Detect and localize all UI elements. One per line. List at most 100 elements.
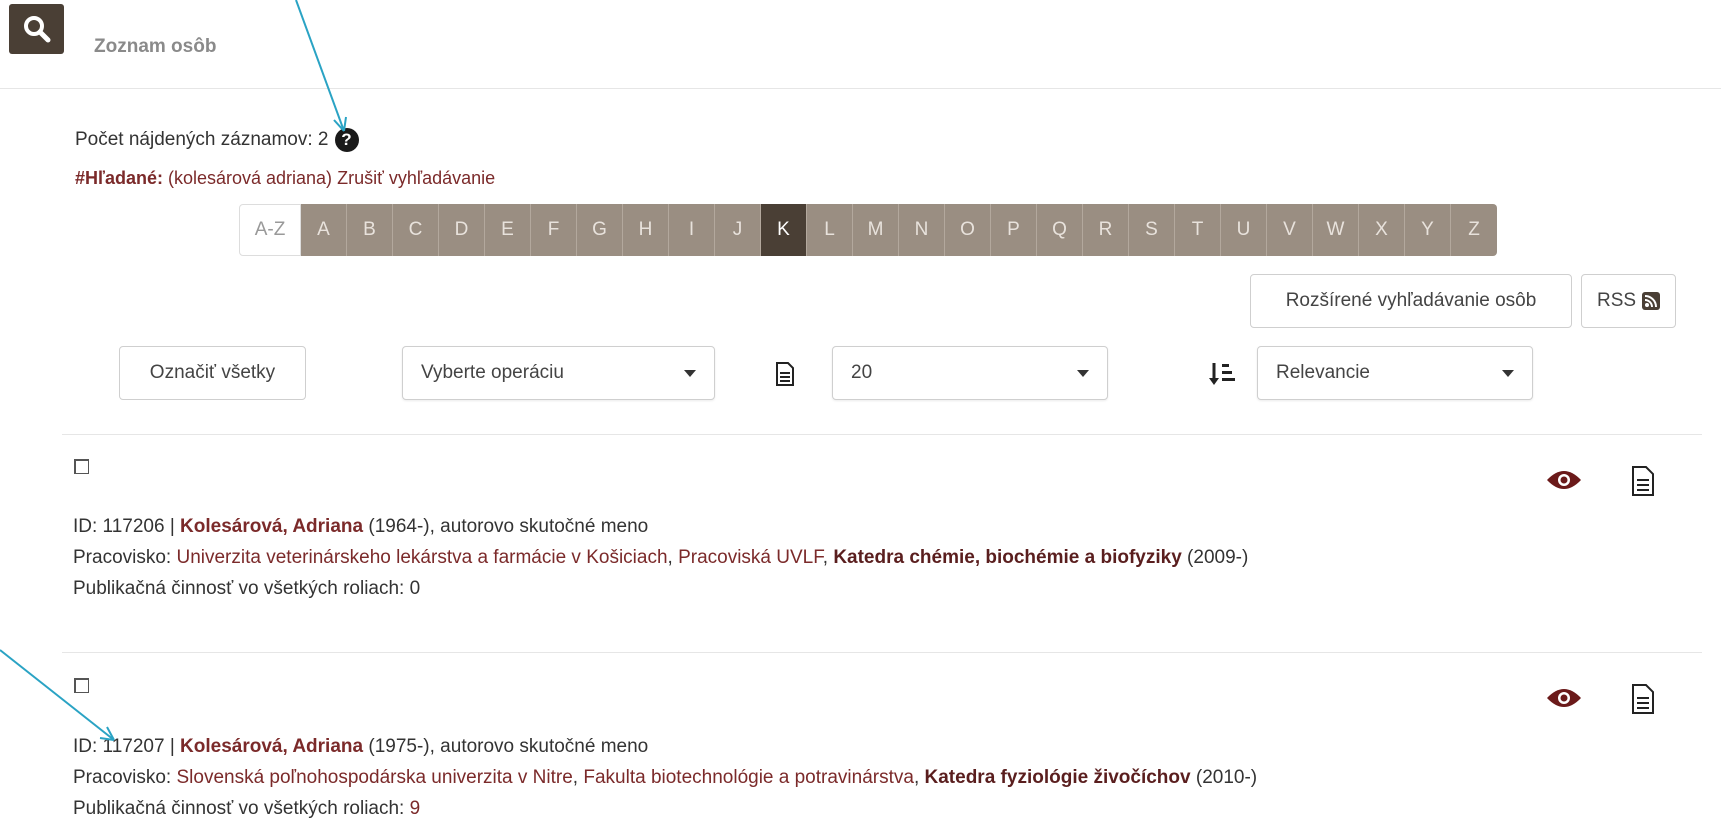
select-all-button[interactable]: Označiť všetky [119, 346, 306, 400]
alphabet-letter-w[interactable]: W [1313, 204, 1359, 256]
alphabet-letter-o[interactable]: O [945, 204, 991, 256]
department-years: (2009-) [1181, 547, 1249, 568]
alphabet-all[interactable]: A-Z [239, 204, 301, 256]
page-title: Zoznam osôb [94, 36, 217, 57]
advanced-search-button[interactable]: Rozšírené vyhľadávanie osôb [1250, 274, 1572, 328]
person-name-link[interactable]: Kolesárová, Adriana [180, 736, 363, 757]
sort-select[interactable]: Relevancie [1257, 346, 1533, 400]
record-publications: Publikačná činnosť vo všetkých roliach: … [73, 793, 1257, 824]
list-divider [62, 652, 1702, 653]
search-icon [23, 16, 50, 43]
alphabet-letter-h[interactable]: H [623, 204, 669, 256]
alphabet-letter-t[interactable]: T [1175, 204, 1221, 256]
record-id: ID: 117207 | [73, 736, 181, 757]
record-details: ID: 117206 | Kolesárová, Adriana (1964-)… [73, 511, 1248, 604]
person-name-link[interactable]: Kolesárová, Adriana [180, 516, 363, 537]
document-icon[interactable] [1628, 464, 1658, 498]
faculty-link[interactable]: Pracoviská UVLF [678, 547, 823, 568]
search-summary: #Hľadané: (kolesárová adriana) Zrušiť vy… [75, 168, 495, 189]
alphabet-letter-c[interactable]: C [393, 204, 439, 256]
search-button[interactable] [9, 4, 64, 54]
chevron-down-icon [684, 369, 696, 377]
chevron-down-icon [1077, 369, 1089, 377]
rss-label: RSS [1596, 290, 1637, 311]
record-years: (1964-), autorovo skutočné meno [363, 516, 649, 537]
publications-label: Publikačná činnosť vo všetkých roliach: [73, 578, 410, 599]
rss-icon [1642, 292, 1661, 310]
publications-count[interactable]: 9 [410, 798, 421, 819]
separator: , [667, 547, 679, 568]
view-eye-icon[interactable] [1544, 684, 1584, 712]
workplace-label: Pracovisko: [73, 547, 177, 568]
operation-select[interactable]: Vyberte operáciu [402, 346, 715, 400]
alphabet-letter-f[interactable]: F [531, 204, 577, 256]
annotation-arrow-id [0, 649, 115, 741]
alphabet-letter-k[interactable]: K [761, 204, 807, 256]
result-count: Počet nájdených záznamov: 2? [75, 128, 359, 152]
page-size-value: 20 [851, 362, 873, 383]
alphabet-letter-s[interactable]: S [1129, 204, 1175, 256]
sort-value: Relevancie [1276, 362, 1370, 383]
record-details: ID: 117207 | Kolesárová, Adriana (1975-)… [73, 731, 1257, 824]
alphabet-letter-m[interactable]: M [853, 204, 899, 256]
university-link[interactable]: Univerzita veterinárskeho lekárstva a fa… [176, 547, 667, 568]
chevron-down-icon [1502, 369, 1514, 377]
department-years: (2010-) [1190, 767, 1258, 788]
view-eye-icon[interactable] [1544, 466, 1584, 494]
university-link[interactable]: Slovenská poľnohospodárska univerzita v … [176, 767, 572, 788]
record-workplace: Pracovisko: Slovenská poľnohospodárska u… [73, 762, 1257, 793]
alphabet-letter-e[interactable]: E [485, 204, 531, 256]
annotation-arrows [0, 0, 347, 741]
help-icon[interactable]: ? [334, 128, 359, 152]
alphabet-letter-a[interactable]: A [301, 204, 347, 256]
alphabet-letter-y[interactable]: Y [1405, 204, 1451, 256]
alphabet-letter-d[interactable]: D [439, 204, 485, 256]
faculty-link[interactable]: Fakulta biotechnológie a potravinárstva [583, 767, 914, 788]
alphabet-letter-z[interactable]: Z [1451, 204, 1497, 256]
alphabet-letter-r[interactable]: R [1083, 204, 1129, 256]
alphabet-letter-g[interactable]: G [577, 204, 623, 256]
record-years: (1975-), autorovo skutočné meno [363, 736, 649, 757]
select-all-label: Označiť všetky [149, 362, 276, 383]
record-id: ID: 117206 | [73, 516, 181, 537]
alphabet-letter-n[interactable]: N [899, 204, 945, 256]
publications-label: Publikačná činnosť vo všetkých roliach: [73, 798, 410, 819]
document-icon[interactable] [1628, 682, 1658, 716]
alphabet-letter-p[interactable]: P [991, 204, 1037, 256]
list-divider [62, 434, 1702, 435]
department-link[interactable]: Katedra chémie, biochémie a biofyziky [833, 547, 1181, 568]
alphabet-letter-i[interactable]: I [669, 204, 715, 256]
separator: , [913, 767, 925, 788]
workplace-label: Pracovisko: [73, 767, 177, 788]
page-size-select[interactable]: 20 [832, 346, 1108, 400]
alphabet-letter-x[interactable]: X [1359, 204, 1405, 256]
search-query: (kolesárová adriana) [162, 168, 333, 188]
department-link[interactable]: Katedra fyziológie živočíchov [925, 767, 1191, 788]
page-size-document-icon [771, 360, 799, 388]
record-publications: Publikačná činnosť vo všetkých roliach: … [73, 573, 1248, 604]
alphabet-filter: A-Z A B C D E F G H I J K L M N O P Q R … [239, 204, 1497, 256]
rss-button[interactable]: RSS [1581, 274, 1676, 328]
separator: , [572, 767, 584, 788]
alphabet-letter-v[interactable]: V [1267, 204, 1313, 256]
alphabet-letter-q[interactable]: Q [1037, 204, 1083, 256]
sort-icon [1207, 360, 1237, 388]
alphabet-letter-u[interactable]: U [1221, 204, 1267, 256]
alphabet-letter-j[interactable]: J [715, 204, 761, 256]
annotation-arrow-count [295, 0, 347, 132]
search-label: #Hľadané: [75, 168, 163, 188]
alphabet-letter-b[interactable]: B [347, 204, 393, 256]
operation-select-value: Vyberte operáciu [421, 362, 564, 383]
record-checkbox[interactable] [74, 459, 89, 474]
result-count-label: Počet nájdených záznamov: 2 [75, 129, 329, 151]
record-id-line: ID: 117207 | Kolesárová, Adriana (1975-)… [73, 731, 1257, 762]
separator: , [822, 547, 834, 568]
record-checkbox[interactable] [74, 678, 89, 693]
advanced-search-label: Rozšírené vyhľadávanie osôb [1285, 290, 1537, 311]
record-workplace: Pracovisko: Univerzita veterinárskeho le… [73, 542, 1248, 573]
record-id-line: ID: 117206 | Kolesárová, Adriana (1964-)… [73, 511, 1248, 542]
alphabet-letter-l[interactable]: L [807, 204, 853, 256]
header-divider [0, 88, 1721, 89]
publications-count: 0 [409, 578, 421, 599]
cancel-search-link[interactable]: Zrušiť vyhľadávanie [337, 168, 495, 188]
